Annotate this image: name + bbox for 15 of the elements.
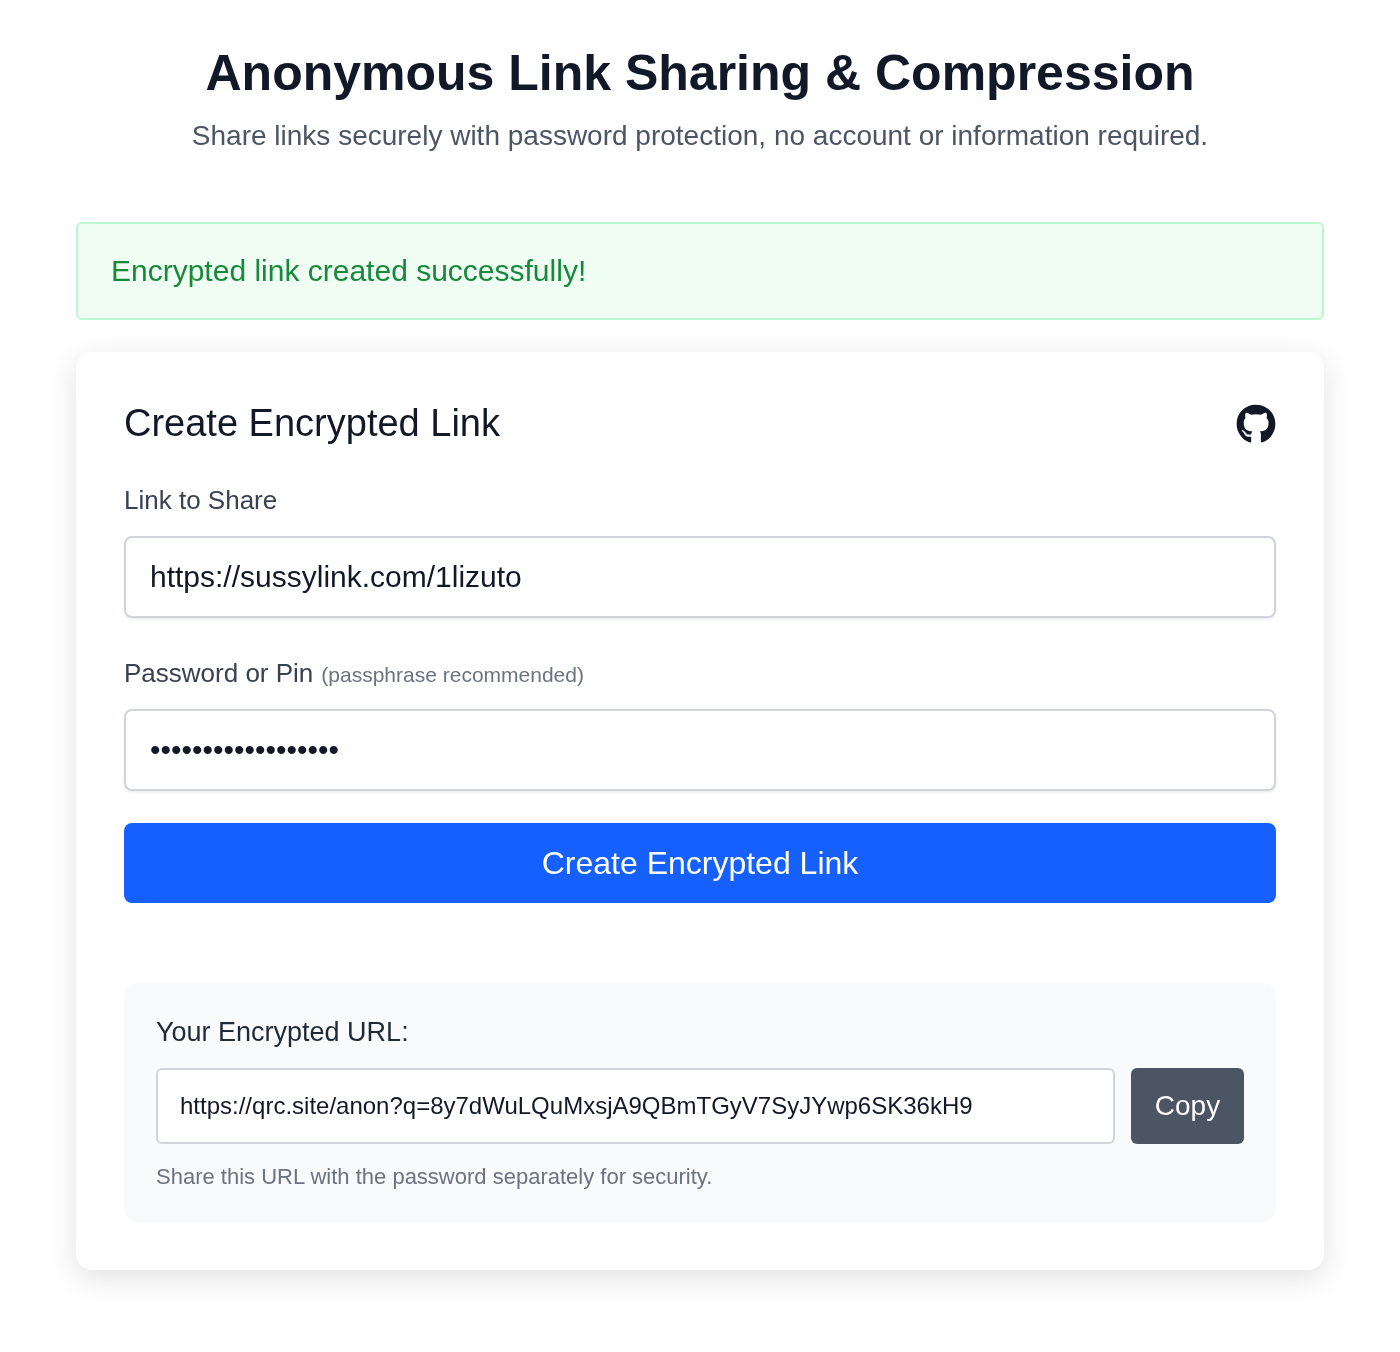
card-title: Create Encrypted Link [124, 402, 500, 445]
field-hint: (passphrase recommended) [321, 663, 584, 687]
page-subtitle: Share links securely with password protection, no account or information required. [190, 120, 1210, 152]
result-note: Share this URL with the password separately for security. [156, 1164, 714, 1190]
field-label: Password or Pin [124, 658, 314, 689]
input-field[interactable]: •••••••••••••••••• [124, 709, 1276, 791]
github-icon[interactable] [1236, 403, 1276, 444]
page-title: Anonymous Link Sharing & Compression [204, 44, 1196, 102]
copy-button[interactable]: Copy [1131, 1068, 1244, 1144]
field-label: Link to Share [124, 485, 278, 516]
url-field[interactable]: https://qrc.site/anon?q=8y7dWuLQuMxsjA9QBmTGyV7SyJYwp6SK36kH9 [156, 1068, 1115, 1144]
alert-message: Encrypted link created successfully! [111, 254, 587, 288]
input-field[interactable]: https://sussylink.com/1lizuto [124, 536, 1276, 618]
create-link-button[interactable]: Create Encrypted Link [124, 823, 1276, 903]
result-label: Your Encrypted URL: [156, 1017, 410, 1048]
